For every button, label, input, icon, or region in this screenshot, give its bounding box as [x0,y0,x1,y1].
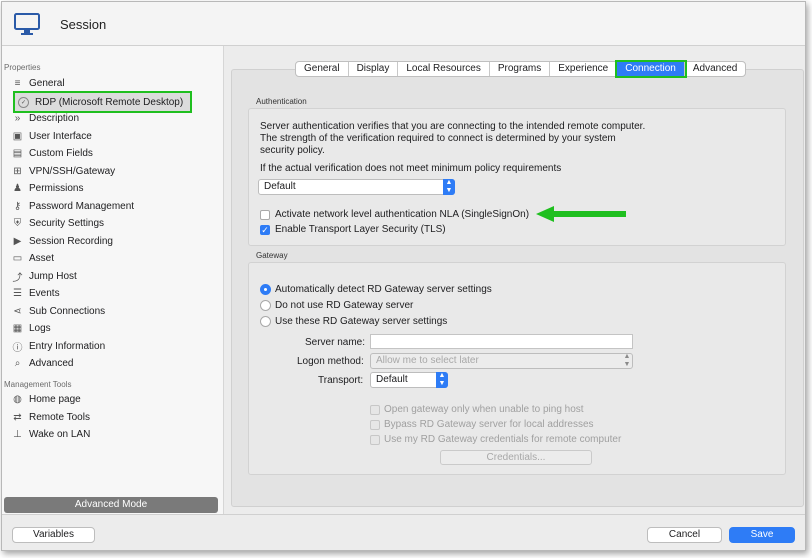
key-icon: ⚷ [13,201,22,212]
window-title: Session [60,17,107,32]
tab-connection[interactable]: Connection [615,60,687,78]
tab-programs[interactable]: Programs [490,62,551,76]
title-bar: Session [2,2,805,46]
authentication-group-label: Authentication [256,97,307,106]
use-credentials-label: Use my RD Gateway credentials for remote… [384,434,622,445]
bottom-bar: Variables Cancel Save [2,514,805,550]
sidebar-item-session-recording[interactable]: ▶ Session Recording [12,233,218,250]
transport-select[interactable]: Default ▲ ▼ [370,372,448,388]
tab-local-resources[interactable]: Local Resources [398,62,490,76]
recording-icon: ▶ [13,236,22,247]
radio-auto-detect-label: Automatically detect RD Gateway server s… [275,284,492,295]
tab-experience[interactable]: Experience [550,62,618,76]
tab-display[interactable]: Display [349,62,399,76]
logon-method-label: Logon method: [297,356,364,367]
window-icon: ▣ [12,131,23,142]
session-window: Session Properties ≡ General ✓ RDP (Micr… [1,1,806,551]
radio-no-gateway[interactable] [260,300,271,311]
auth-description-line2: The strength of the verification require… [260,133,616,144]
auth-description-line3: security policy. [260,145,325,156]
server-name-input[interactable] [370,334,633,349]
advanced-mode-button[interactable]: Advanced Mode [4,497,218,513]
policy-select[interactable]: Default ▲ ▼ [258,179,455,195]
sidebar-item-rdp[interactable]: ✓ RDP (Microsoft Remote Desktop) [13,91,192,113]
gateway-group: Automatically detect RD Gateway server s… [248,262,786,475]
monitor-icon [14,13,40,35]
jump-icon: ⤴ [12,273,23,284]
management-section-label: Management Tools [4,380,72,389]
list-icon: ≡ [14,78,21,89]
sidebar-item-sub-connections[interactable]: ⋖ Sub Connections [12,303,218,320]
sidebar-item-wake-on-lan[interactable]: ⊥ Wake on LAN [12,426,218,443]
sidebar-item-advanced[interactable]: ⌕ Advanced [12,355,218,372]
sidebar-item-logs[interactable]: ▦ Logs [12,320,218,337]
fields-icon: ▤ [12,148,23,159]
credentials-button[interactable]: Credentials... [440,450,592,465]
bypass-checkbox[interactable] [370,420,380,430]
search-icon: ⌕ [14,358,21,369]
chevron-updown-icon: ▲ ▼ [443,179,455,195]
tools-icon: ⇄ [13,412,22,423]
tab-bar: General Display Local Resources Programs… [295,60,747,78]
sidebar-item-description[interactable]: » Description [12,110,218,127]
sidebar-item-permissions[interactable]: ♟ Permissions [12,180,218,197]
transport-label: Transport: [318,375,364,386]
tls-label: Enable Transport Layer Security (TLS) [275,224,446,235]
authentication-group: Server authentication verifies that you … [248,108,786,246]
info-icon: ⓘ [12,343,23,354]
sidebar-item-jump-host[interactable]: ⤴ Jump Host [12,268,218,285]
sidebar: Properties ≡ General ✓ RDP (Microsoft Re… [2,46,224,514]
chevrons-icon: » [14,113,21,124]
sidebar-item-password-management[interactable]: ⚷ Password Management [12,198,218,215]
logs-icon: ▦ [12,323,23,334]
sidebar-item-entry-information[interactable]: ⓘ Entry Information [12,338,218,355]
vpn-icon: ⊞ [13,166,22,177]
auth-description-line1: Server authentication verifies that you … [260,121,646,132]
open-gateway-label: Open gateway only when unable to ping ho… [384,404,584,415]
nla-checkbox[interactable] [260,210,270,220]
tab-advanced[interactable]: Advanced [685,62,745,76]
tls-checkbox[interactable]: ✓ [260,225,270,235]
open-gateway-checkbox[interactable] [370,405,380,415]
rdp-icon: ✓ [18,96,29,108]
save-button[interactable]: Save [729,527,795,543]
user-icon: ♟ [13,183,22,194]
shield-icon: ⛨ [13,218,22,229]
monitor-small-icon: ▭ [12,253,23,264]
globe-icon: ◍ [13,394,22,405]
radio-use-gateway-label: Use these RD Gateway server settings [275,316,448,327]
logon-method-select[interactable]: Allow me to select later ▲ ▼ [370,353,633,369]
sidebar-item-remote-tools[interactable]: ⇄ Remote Tools [12,409,218,426]
sidebar-item-custom-fields[interactable]: ▤ Custom Fields [12,145,218,162]
variables-button[interactable]: Variables [12,527,95,543]
cancel-button[interactable]: Cancel [647,527,722,543]
network-icon: ⊥ [13,429,22,440]
bypass-label: Bypass RD Gateway server for local addre… [384,419,594,430]
server-name-label: Server name: [305,337,366,348]
chevron-updown-icon: ▲ ▼ [436,372,448,388]
properties-section-label: Properties [4,63,41,72]
sidebar-item-user-interface[interactable]: ▣ User Interface [12,128,218,145]
nla-label: Activate network level authentication NL… [275,209,530,220]
use-credentials-checkbox[interactable] [370,435,380,445]
sidebar-item-general[interactable]: ≡ General [12,75,218,92]
radio-auto-detect[interactable] [260,284,271,295]
tab-general[interactable]: General [296,62,349,76]
gateway-group-label: Gateway [256,251,288,260]
radio-no-gateway-label: Do not use RD Gateway server [275,300,414,311]
radio-use-gateway[interactable] [260,316,271,327]
policy-prompt: If the actual verification does not meet… [260,163,562,174]
chevron-updown-icon: ▲ ▼ [623,353,631,368]
green-arrow-icon [536,206,626,222]
sidebar-item-home-page[interactable]: ◍ Home page [12,391,218,408]
events-icon: ☰ [13,288,22,299]
share-icon: ⋖ [13,306,22,317]
sidebar-item-security-settings[interactable]: ⛨ Security Settings [12,215,218,232]
sidebar-item-asset[interactable]: ▭ Asset [12,250,218,267]
connection-panel: Authentication Server authentication ver… [231,69,804,507]
sidebar-item-events[interactable]: ☰ Events [12,285,218,302]
sidebar-item-vpn[interactable]: ⊞ VPN/SSH/Gateway [12,163,218,180]
